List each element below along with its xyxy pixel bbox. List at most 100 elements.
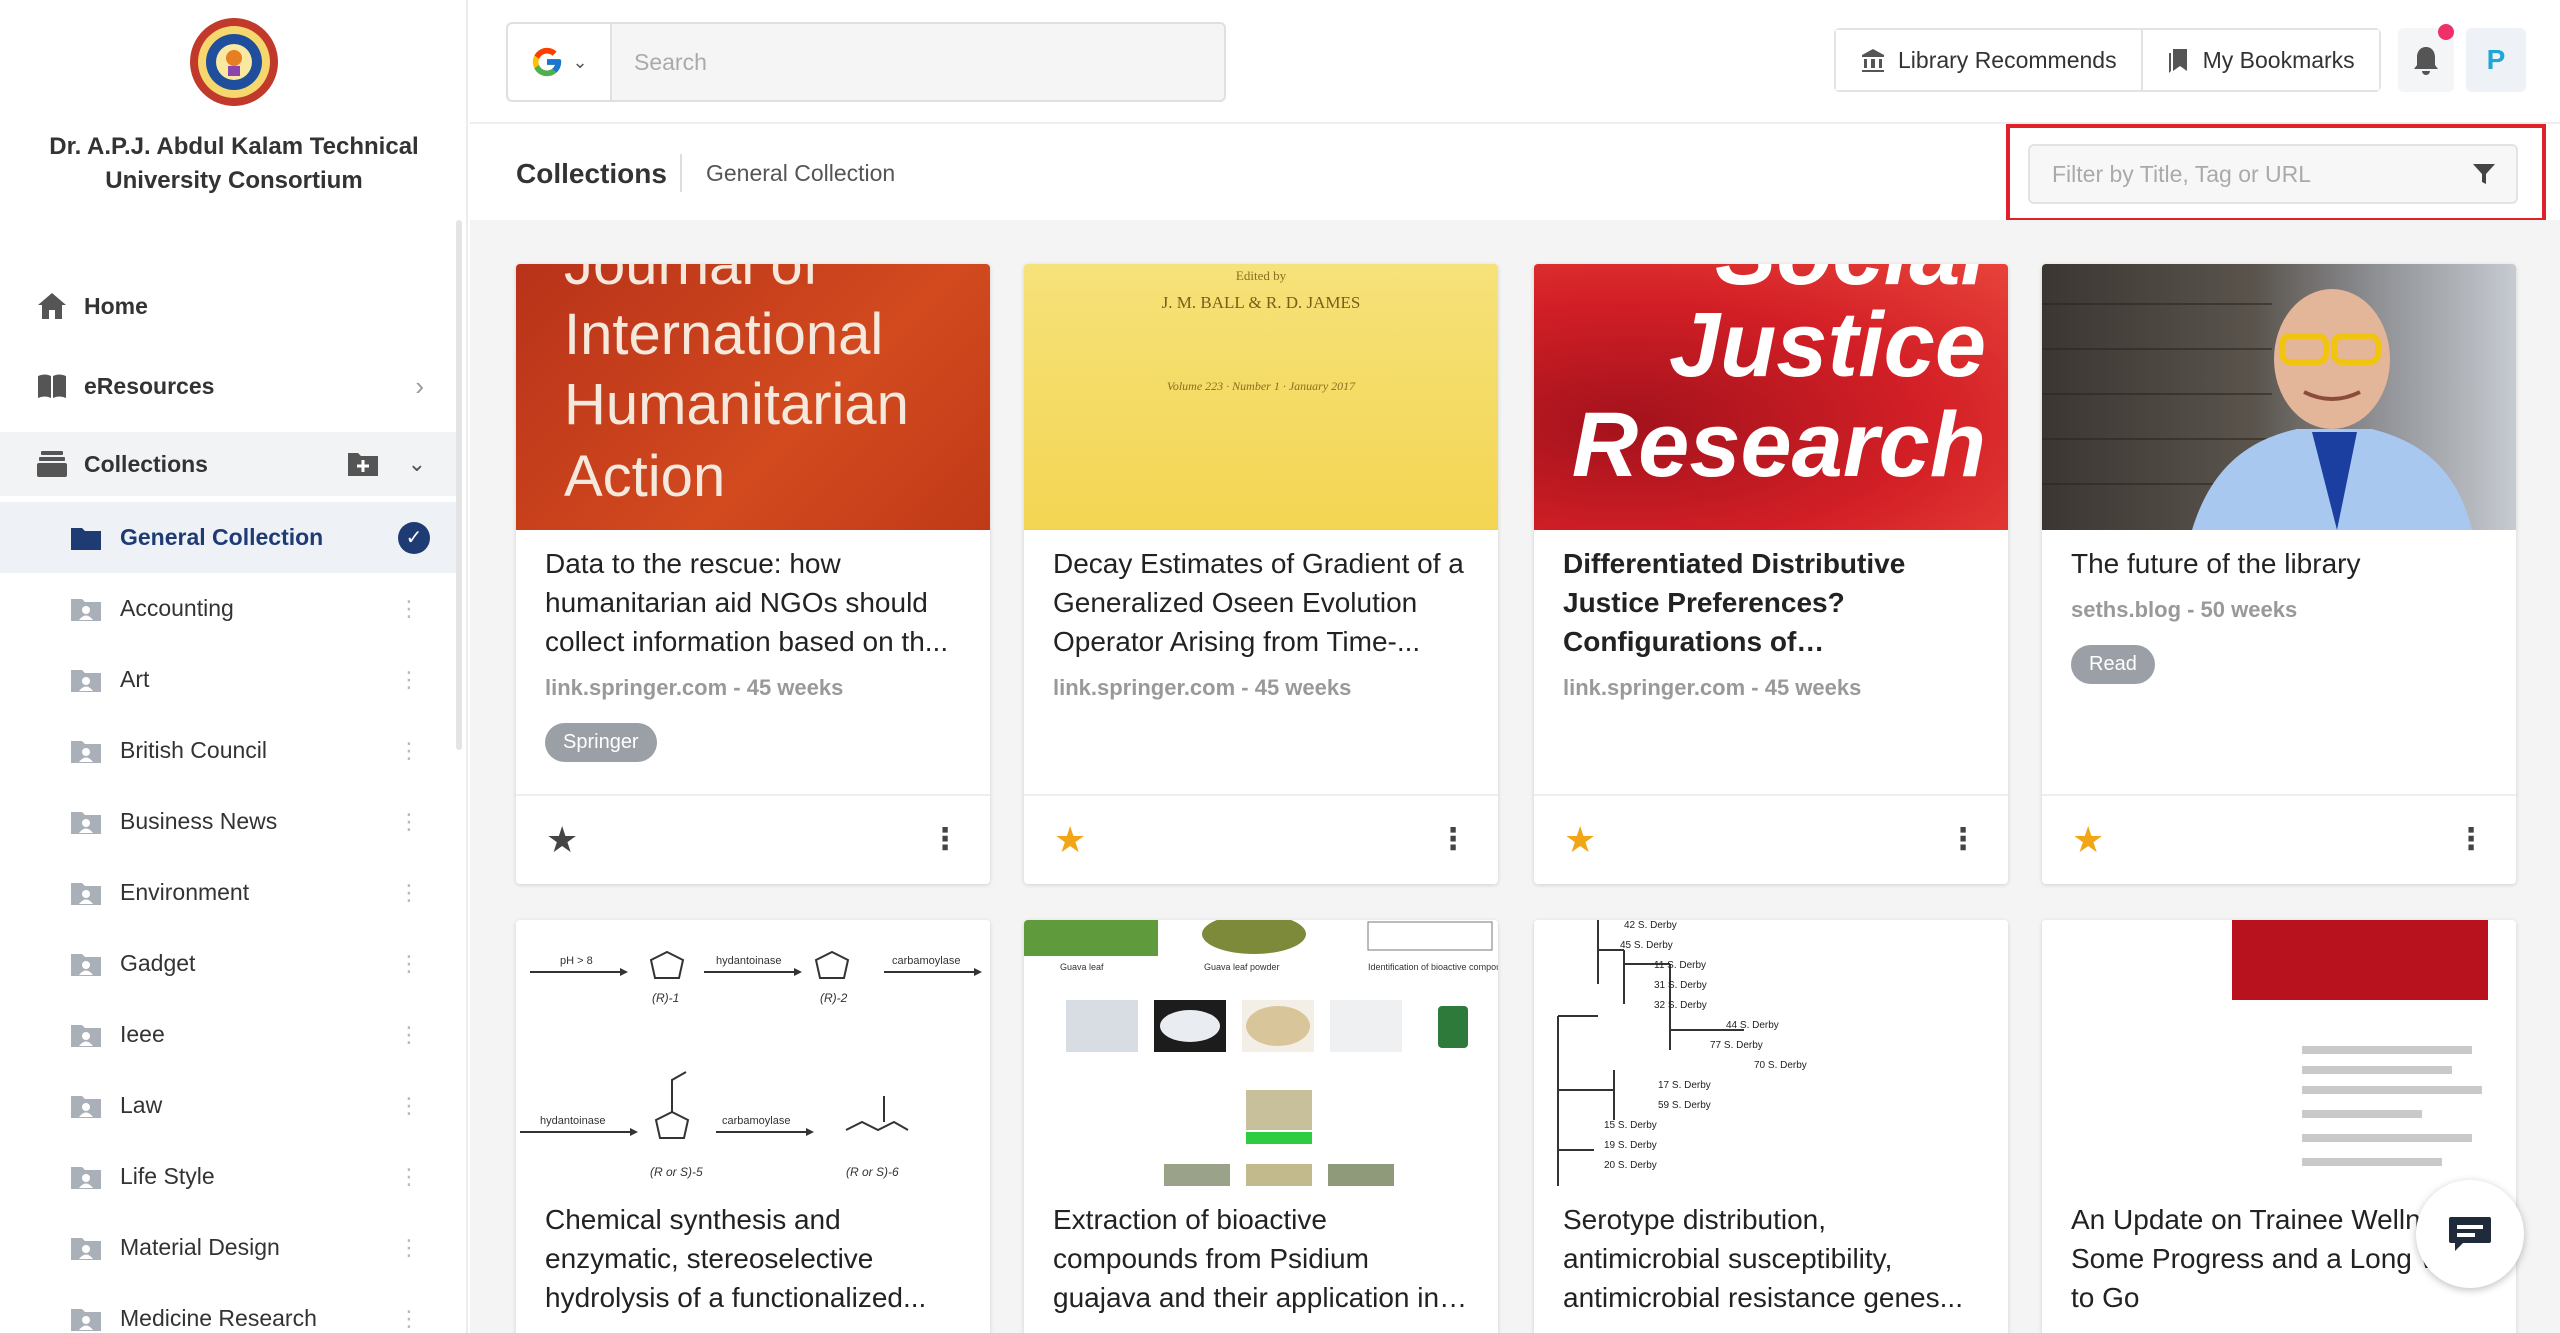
nav-eresources[interactable]: eResources › [0,354,460,418]
svg-text:hydantoinase: hydantoinase [540,1115,605,1127]
more-options-icon[interactable]: ⋮ [398,1306,420,1332]
collection-item[interactable]: Material Design ⋮ [0,1212,460,1283]
thumb-line3: Volume 223 · Number 1 · January 2017 [1167,379,1356,393]
card-title[interactable]: Serotype distribution, antimicrobial sus… [1563,1200,1979,1317]
svg-text:Journal of: Journal of [564,264,820,297]
svg-text:Guava leaf: Guava leaf [1060,962,1104,972]
more-options-icon[interactable]: ⋮ [398,1022,420,1048]
more-options-icon[interactable]: ⋮ [398,596,420,622]
svg-text:Justice: Justice [1669,294,1986,396]
library-icon [1862,49,1884,72]
search-input[interactable] [612,24,1224,100]
more-options-icon[interactable]: ⋮ [398,1093,420,1119]
folder-icon [71,953,101,976]
chevron-down-icon[interactable]: ⌄ [408,451,426,477]
bookmark-card[interactable]: Guava leaf Guava leaf powder Identificat… [1024,920,1498,1333]
svg-text:11 S. Derby: 11 S. Derby [1654,960,1706,971]
more-options-icon[interactable]: ⋮ [398,880,420,906]
bell-icon [2414,47,2438,75]
collection-item[interactable]: Law ⋮ [0,1070,460,1141]
collection-item[interactable]: Life Style ⋮ [0,1141,460,1212]
card-title[interactable]: Chemical synthesis and enzymatic, stereo… [545,1200,961,1317]
nav-home[interactable]: Home [0,274,460,338]
more-options-icon[interactable]: ⋮ [2456,825,2486,855]
bookmark-card[interactable]: pH > 8 (R)-1 hydantoinase (R)-2 carbamoy… [516,920,990,1333]
card-title[interactable]: The future of the library [2071,544,2487,583]
svg-text:International: International [564,302,883,367]
thumb-authors: J. M. BALL & R. D. JAMES [1162,293,1361,312]
collection-item[interactable]: Ieee ⋮ [0,999,460,1070]
user-avatar[interactable]: P [2466,28,2526,92]
bookmark-grid: Journal of International Humanitarian Ac… [470,220,2560,1333]
header-divider [680,154,682,192]
filter-input[interactable] [2030,160,2466,188]
top-button-group: Library Recommends My Bookmarks [1834,28,2381,92]
more-options-icon[interactable]: ⋮ [398,951,420,977]
star-icon[interactable]: ★ [1054,822,1086,858]
collection-item[interactable]: Accounting ⋮ [0,573,460,644]
collection-item[interactable]: General Collection ✓ [0,502,460,573]
nav-collections[interactable]: Collections ⌄ [0,432,460,496]
svg-text:70 S. Derby: 70 S. Derby [1754,1060,1807,1071]
add-collection-icon[interactable] [346,449,380,479]
library-recommends-button[interactable]: Library Recommends [1836,30,2141,90]
svg-text:17 S. Derby: 17 S. Derby [1658,1080,1711,1091]
more-options-icon[interactable]: ⋮ [1438,825,1468,855]
more-options-icon[interactable]: ⋮ [930,825,960,855]
star-icon[interactable]: ★ [1564,822,1596,858]
card-thumbnail: Guava leaf Guava leaf powder Identificat… [1024,920,1498,1186]
svg-text:carbamoylase: carbamoylase [722,1115,790,1127]
collection-label: British Council [120,737,267,763]
card-thumbnail: Edited by J. M. BALL & R. D. JAMES Volum… [1024,264,1498,530]
chemistry-diagram: pH > 8 (R)-1 hydantoinase (R)-2 carbamoy… [520,950,982,1179]
more-options-icon[interactable]: ⋮ [398,1164,420,1190]
extraction-diagram: Guava leaf Guava leaf powder Identificat… [1024,920,1498,1186]
svg-text:Research: Research [1572,394,1986,496]
collection-item[interactable]: Environment ⋮ [0,857,460,928]
svg-text:31 S. Derby: 31 S. Derby [1654,980,1707,991]
bookmark-card[interactable]: Edited by J. M. BALL & R. D. JAMES Volum… [1024,264,1498,884]
chevron-right-icon: › [415,370,424,401]
card-title[interactable]: Decay Estimates of Gradient of a General… [1053,544,1469,661]
folder-icon [71,669,101,692]
chat-button[interactable] [2416,1180,2524,1288]
card-title[interactable]: Differentiated Distributive Justice Pref… [1563,544,1979,661]
more-options-icon[interactable]: ⋮ [398,809,420,835]
nav-collections-label: Collections [84,450,208,477]
folder-icon [71,882,101,905]
bookmark-card[interactable]: The future of the library seths.blog - 5… [2042,264,2516,884]
star-icon[interactable]: ★ [2072,822,2104,858]
filter-icon[interactable] [2466,156,2502,192]
search-engine-selector[interactable]: ⌄ [508,24,612,100]
more-options-icon[interactable]: ⋮ [398,667,420,693]
card-tag[interactable]: Read [2071,645,2155,684]
document-preview [2232,920,2488,1166]
bookmark-card[interactable]: 42 S. Derby 45 S. Derby 11 S. Derby 31 S… [1534,920,2008,1333]
star-icon[interactable]: ★ [546,822,578,858]
svg-text:Humanitarian: Humanitarian [564,372,909,437]
card-title[interactable]: Data to the rescue: how humanitarian aid… [545,544,961,661]
collection-label: Gadget [120,950,196,976]
collection-item[interactable]: Business News ⋮ [0,786,460,857]
folder-icon [71,1024,101,1047]
more-options-icon[interactable]: ⋮ [398,1235,420,1261]
my-bookmarks-label: My Bookmarks [2202,46,2355,73]
bookmark-card[interactable]: Journal of International Humanitarian Ac… [516,264,990,884]
collection-item[interactable]: Medicine Research ⋮ [0,1283,460,1333]
more-options-icon[interactable]: ⋮ [1948,825,1978,855]
collection-item[interactable]: Art ⋮ [0,644,460,715]
more-options-icon[interactable]: ⋮ [398,738,420,764]
sidebar-scrollbar[interactable] [456,220,462,750]
card-tag[interactable]: Springer [545,723,657,762]
top-bar: ⌄ Library Recommends My Bookmarks P [470,0,2560,122]
collection-item[interactable]: British Council ⋮ [0,715,460,786]
my-bookmarks-button[interactable]: My Bookmarks [2140,30,2379,90]
svg-text:(R or S)-5: (R or S)-5 [650,1165,703,1179]
svg-text:Action: Action [564,444,725,509]
card-title[interactable]: Extraction of bioactive compounds from P… [1053,1200,1469,1317]
card-thumbnail: pH > 8 (R)-1 hydantoinase (R)-2 carbamoy… [516,920,990,1186]
collection-item[interactable]: Gadget ⋮ [0,928,460,999]
svg-text:77 S. Derby: 77 S. Derby [1710,1040,1763,1051]
bookmark-card[interactable]: Social Justice Research Differentiated D… [1534,264,2008,884]
svg-text:20 S. Derby: 20 S. Derby [1604,1160,1657,1171]
